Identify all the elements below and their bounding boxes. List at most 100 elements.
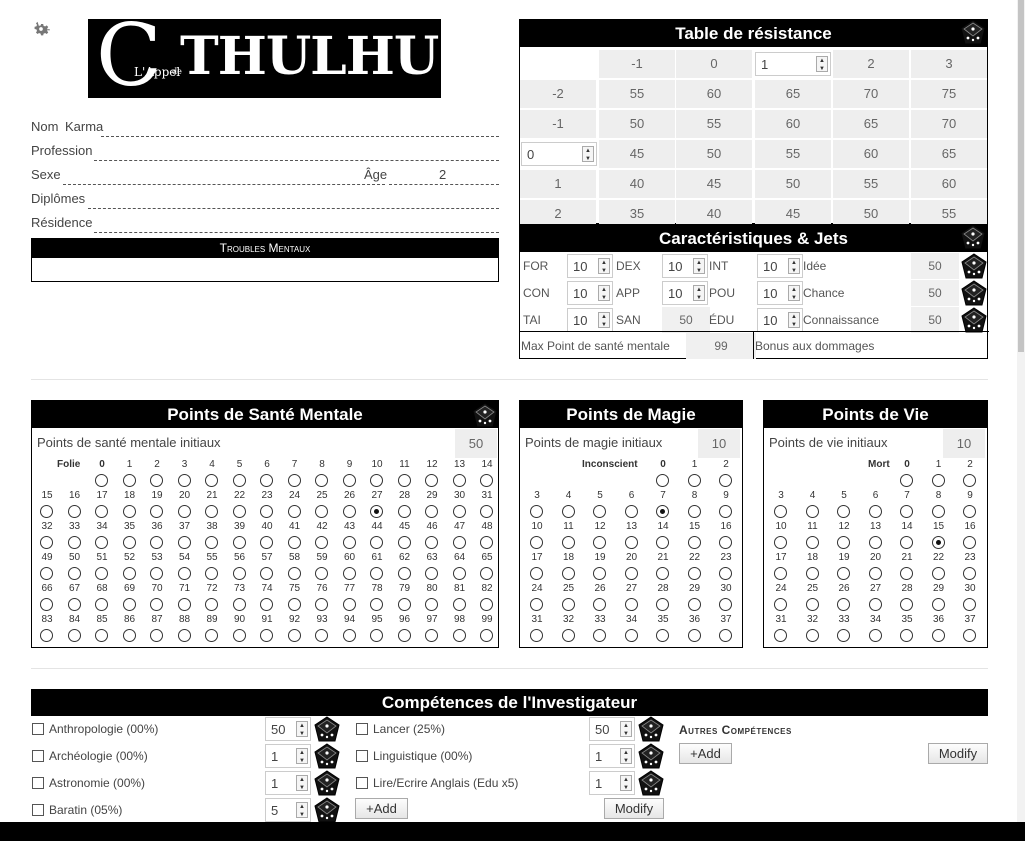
carac-dice-icon[interactable] [960,224,986,250]
tracker-radio[interactable] [232,505,246,518]
roll-dice-icon[interactable] [961,307,987,333]
tracker-radio[interactable] [624,536,638,549]
tracker-radio[interactable] [122,474,136,487]
tracker-radio[interactable] [260,598,273,611]
tracker-radio[interactable] [656,474,669,487]
tracker-radio[interactable] [122,598,136,611]
stepper-arrows-icon[interactable]: ▲ ▼ [598,285,610,301]
tracker-radio[interactable] [95,629,108,642]
tracker-radio[interactable] [774,629,787,642]
tracker-radio[interactable] [260,474,273,487]
residence-field[interactable]: Résidence [31,215,499,233]
tracker-radio[interactable] [315,536,328,549]
tracker-radio[interactable] [342,505,356,518]
tracker-radio[interactable] [931,567,945,580]
tracker-radio[interactable] [687,567,701,580]
tracker-radio[interactable] [40,567,53,580]
age-value[interactable]: 2 [439,167,446,182]
tracker-radio[interactable] [656,505,669,518]
tracker-radio[interactable] [900,567,913,580]
tracker-radio[interactable] [868,567,882,580]
tracker-radio[interactable] [287,567,301,580]
stepper-arrows-icon[interactable]: ▲ ▼ [296,775,308,791]
other-add-button[interactable]: +Add [679,743,732,764]
tracker-radio[interactable] [95,505,108,518]
skill-spinner-value[interactable]: 5 [271,803,278,818]
tracker-radio[interactable] [452,567,466,580]
skill-spinner-value[interactable]: 1 [271,749,278,764]
tracker-radio[interactable] [287,474,301,487]
tracker-radio[interactable] [150,474,163,487]
stepper-arrows-icon[interactable]: ▲ ▼ [788,312,800,328]
tracker-radio[interactable] [624,629,638,642]
skill-spinner-value[interactable]: 1 [271,776,278,791]
skill-checkbox[interactable] [32,750,44,762]
tracker-radio[interactable] [900,474,913,487]
tracker-radio[interactable] [397,567,411,580]
carac-spinner-value[interactable]: 10 [763,286,777,301]
tracker-radio[interactable] [397,474,411,487]
tracker-radio[interactable] [67,629,81,642]
tracker-radio[interactable] [561,629,575,642]
tracker-radio[interactable] [260,536,273,549]
tracker-radio[interactable] [868,505,882,518]
tracker-radio[interactable] [719,567,732,580]
tracker-radio[interactable] [561,598,575,611]
skill-checkbox[interactable] [356,750,368,762]
tracker-radio[interactable] [122,505,136,518]
tracker-radio[interactable] [342,629,356,642]
stepper-arrows-icon[interactable]: ▲ ▼ [620,721,632,737]
tracker-radio[interactable] [480,629,493,642]
tracker-radio[interactable] [232,629,246,642]
tracker-radio[interactable] [397,629,411,642]
skill-spinner-value[interactable]: 1 [595,776,602,791]
tracker-radio[interactable] [177,474,191,487]
stepper-arrows-icon[interactable]: ▲ ▼ [788,258,800,274]
skill-spinner[interactable]: 50 ▲ ▼ [265,717,311,741]
profession-field[interactable]: Profession [31,143,499,161]
tracker-radio[interactable] [593,567,606,580]
stepper-arrows-icon[interactable]: ▲ ▼ [598,312,610,328]
stepper-arrows-icon[interactable]: ▲ ▼ [296,748,308,764]
skill-checkbox[interactable] [356,777,368,789]
stepper-arrows-icon[interactable]: ▲ ▼ [693,258,705,274]
name-value[interactable]: Karma [65,119,103,134]
stepper-arrows-icon[interactable]: ▲ ▼ [788,285,800,301]
tracker-radio[interactable] [205,598,218,611]
stepper-arrows-icon[interactable]: ▲ ▼ [620,775,632,791]
skills-modify-button[interactable]: Modify [604,798,664,819]
carac-spinner-value[interactable]: 10 [668,259,682,274]
tracker-radio[interactable] [177,536,191,549]
tracker-radio[interactable] [40,536,53,549]
tracker-radio[interactable] [774,536,787,549]
tracker-radio[interactable] [900,505,913,518]
carac-spinner-value[interactable]: 10 [573,313,587,328]
tracker-radio[interactable] [452,474,466,487]
tracker-radio[interactable] [774,598,787,611]
skill-spinner[interactable]: 1 ▲ ▼ [265,771,311,795]
tracker-radio[interactable] [774,567,787,580]
tracker-radio[interactable] [370,567,383,580]
tracker-radio[interactable] [656,598,669,611]
tracker-radio[interactable] [67,567,81,580]
tracker-radio[interactable] [593,505,606,518]
tracker-radio[interactable] [561,505,575,518]
tracker-radio[interactable] [342,536,356,549]
tracker-radio[interactable] [837,536,850,549]
tracker-radio[interactable] [868,629,882,642]
tracker-radio[interactable] [150,598,163,611]
tracker-radio[interactable] [67,598,81,611]
scrollbar[interactable] [1017,0,1025,822]
tracker-radio[interactable] [232,598,246,611]
tracker-radio[interactable] [95,536,108,549]
carac-spinner-value[interactable]: 10 [668,286,682,301]
tracker-radio[interactable] [656,629,669,642]
tracker-radio[interactable] [687,629,701,642]
tracker-radio[interactable] [593,598,606,611]
skill-dice-icon[interactable] [314,770,340,796]
tracker-radio[interactable] [719,474,732,487]
tracker-radio[interactable] [561,567,575,580]
tracker-radio[interactable] [837,598,850,611]
tracker-radio[interactable] [397,598,411,611]
name-field[interactable]: Nom Karma [31,119,499,137]
